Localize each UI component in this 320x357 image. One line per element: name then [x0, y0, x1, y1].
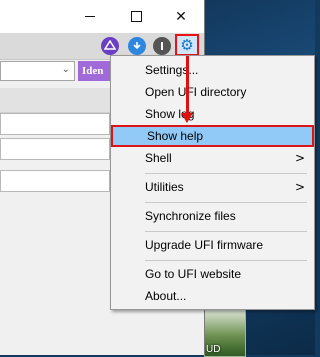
blue-purple-logo-icon[interactable]: [101, 37, 119, 55]
title-bar: ✕: [0, 0, 204, 33]
menu-separator: [145, 260, 307, 261]
minimize-icon: [85, 16, 95, 17]
menu-item-show-log[interactable]: Show log: [111, 103, 314, 125]
desktop-shortcut-label: UD: [206, 344, 221, 355]
menu-item-open-ufi-directory[interactable]: Open UFI directory: [111, 81, 314, 103]
menu-item-label: Synchronize files: [145, 209, 236, 223]
close-button[interactable]: ✕: [158, 0, 204, 33]
minimize-button[interactable]: [67, 0, 113, 33]
submenu-arrow-icon: >: [294, 151, 305, 165]
menu-item-label: About...: [145, 289, 187, 303]
menu-item-label: Upgrade UFI firmware: [145, 238, 264, 252]
menu-item-upgrade-ufi-firmware[interactable]: Upgrade UFI firmware: [111, 234, 314, 256]
input-field-3[interactable]: [0, 170, 110, 192]
download-icon[interactable]: [128, 37, 146, 55]
menu-item-label: Go to UFI website: [145, 267, 242, 281]
menu-item-utilities[interactable]: Utilities >: [111, 176, 314, 198]
menu-separator: [145, 202, 307, 203]
menu-separator: [145, 173, 307, 174]
menu-item-label: Settings...: [145, 63, 199, 77]
maximize-icon: [130, 11, 142, 22]
menu-item-show-help[interactable]: Show help: [111, 125, 314, 147]
menu-item-label: Shell: [145, 151, 172, 165]
annotation-arrow-head-icon: [181, 113, 193, 123]
close-icon: ✕: [175, 8, 187, 25]
menu-item-label: Utilities: [145, 180, 184, 194]
menu-item-label: Open UFI directory: [145, 85, 247, 99]
menu-item-go-to-ufi-website[interactable]: Go to UFI website: [111, 263, 314, 285]
menu-item-about[interactable]: About...: [111, 285, 314, 307]
info-icon[interactable]: [153, 37, 171, 55]
menu-item-label: Show help: [147, 129, 204, 143]
input-field-2[interactable]: [0, 138, 110, 160]
settings-gear-button[interactable]: ⚙: [175, 34, 199, 56]
main-content-area: [0, 192, 110, 355]
submenu-arrow-icon: >: [294, 180, 305, 194]
menu-item-settings[interactable]: Settings...: [111, 59, 314, 81]
maximize-button[interactable]: [113, 0, 159, 33]
input-field-1[interactable]: [0, 113, 110, 135]
menu-separator: [145, 231, 307, 232]
annotation-arrow-line: [186, 56, 189, 116]
chevron-down-icon: ⌄: [61, 64, 70, 75]
gear-icon: ⚙: [180, 35, 194, 54]
device-select[interactable]: ⌄: [0, 61, 75, 81]
menu-item-synchronize-files[interactable]: Synchronize files: [111, 205, 314, 227]
context-menu: Settings... Open UFI directory Show log …: [110, 55, 315, 310]
panel-tab-strip: [0, 88, 110, 113]
menu-item-shell[interactable]: Shell >: [111, 147, 314, 169]
